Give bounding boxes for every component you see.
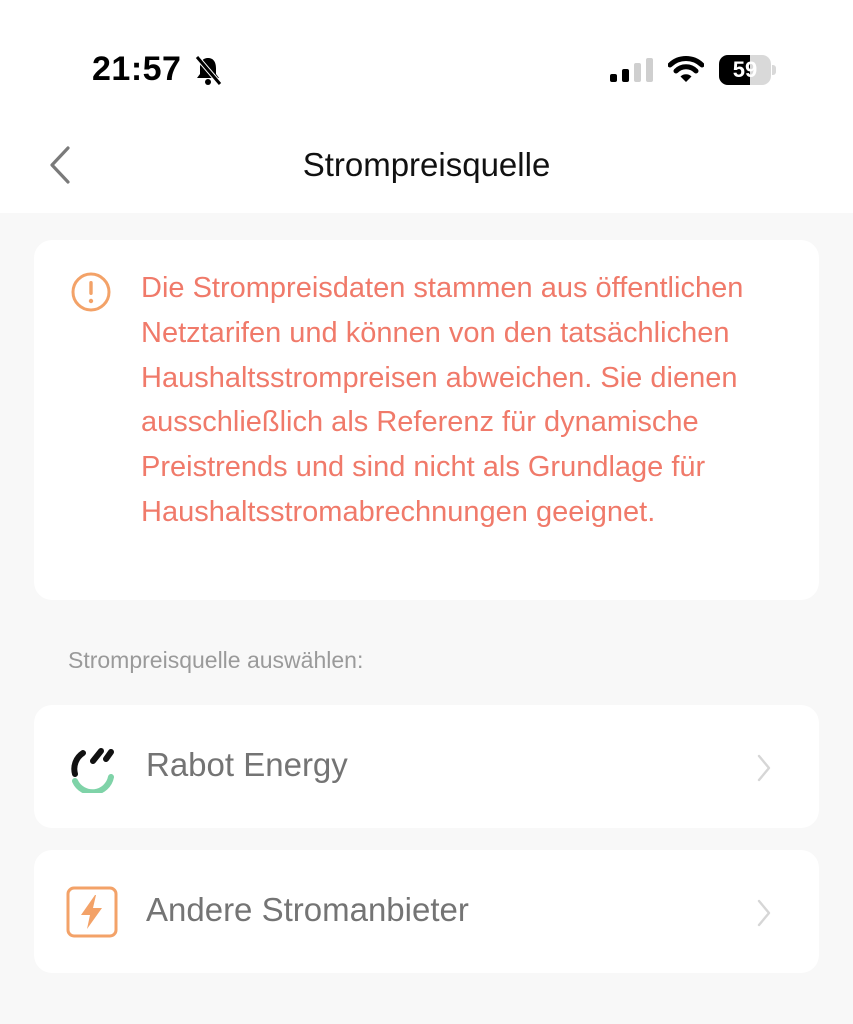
status-time: 21:57 bbox=[92, 50, 182, 88]
battery-tip bbox=[772, 65, 776, 75]
option-label: Rabot Energy bbox=[146, 746, 348, 783]
option-label: Andere Stromanbieter bbox=[146, 891, 469, 928]
notice-text: Die Strompreisdaten stammen aus öffentli… bbox=[141, 272, 744, 528]
chevron-right-icon bbox=[757, 899, 771, 927]
wifi-icon bbox=[668, 56, 704, 82]
notice-card: Die Strompreisdaten stammen aus öffentli… bbox=[34, 240, 819, 600]
exclamation-circle-icon bbox=[71, 272, 111, 312]
rabot-energy-logo bbox=[71, 748, 114, 793]
battery-icon: 59 bbox=[719, 55, 776, 85]
battery-body: 59 bbox=[719, 55, 771, 85]
lightning-bolt-icon bbox=[66, 886, 118, 938]
option-andere-stromanbieter[interactable]: Andere Stromanbieter bbox=[34, 850, 819, 973]
page-title: Strompreisquelle bbox=[302, 146, 551, 183]
header-area: 21:57 59 Strompreisquelle bbox=[0, 0, 853, 213]
battery-level: 59 bbox=[732, 57, 758, 82]
section-label: Strompreisquelle auswählen: bbox=[68, 647, 364, 673]
chevron-right-icon bbox=[757, 754, 771, 782]
signal-icon bbox=[610, 58, 653, 82]
bell-slash-icon bbox=[195, 55, 222, 86]
option-rabot-energy[interactable]: Rabot Energy bbox=[34, 705, 819, 828]
